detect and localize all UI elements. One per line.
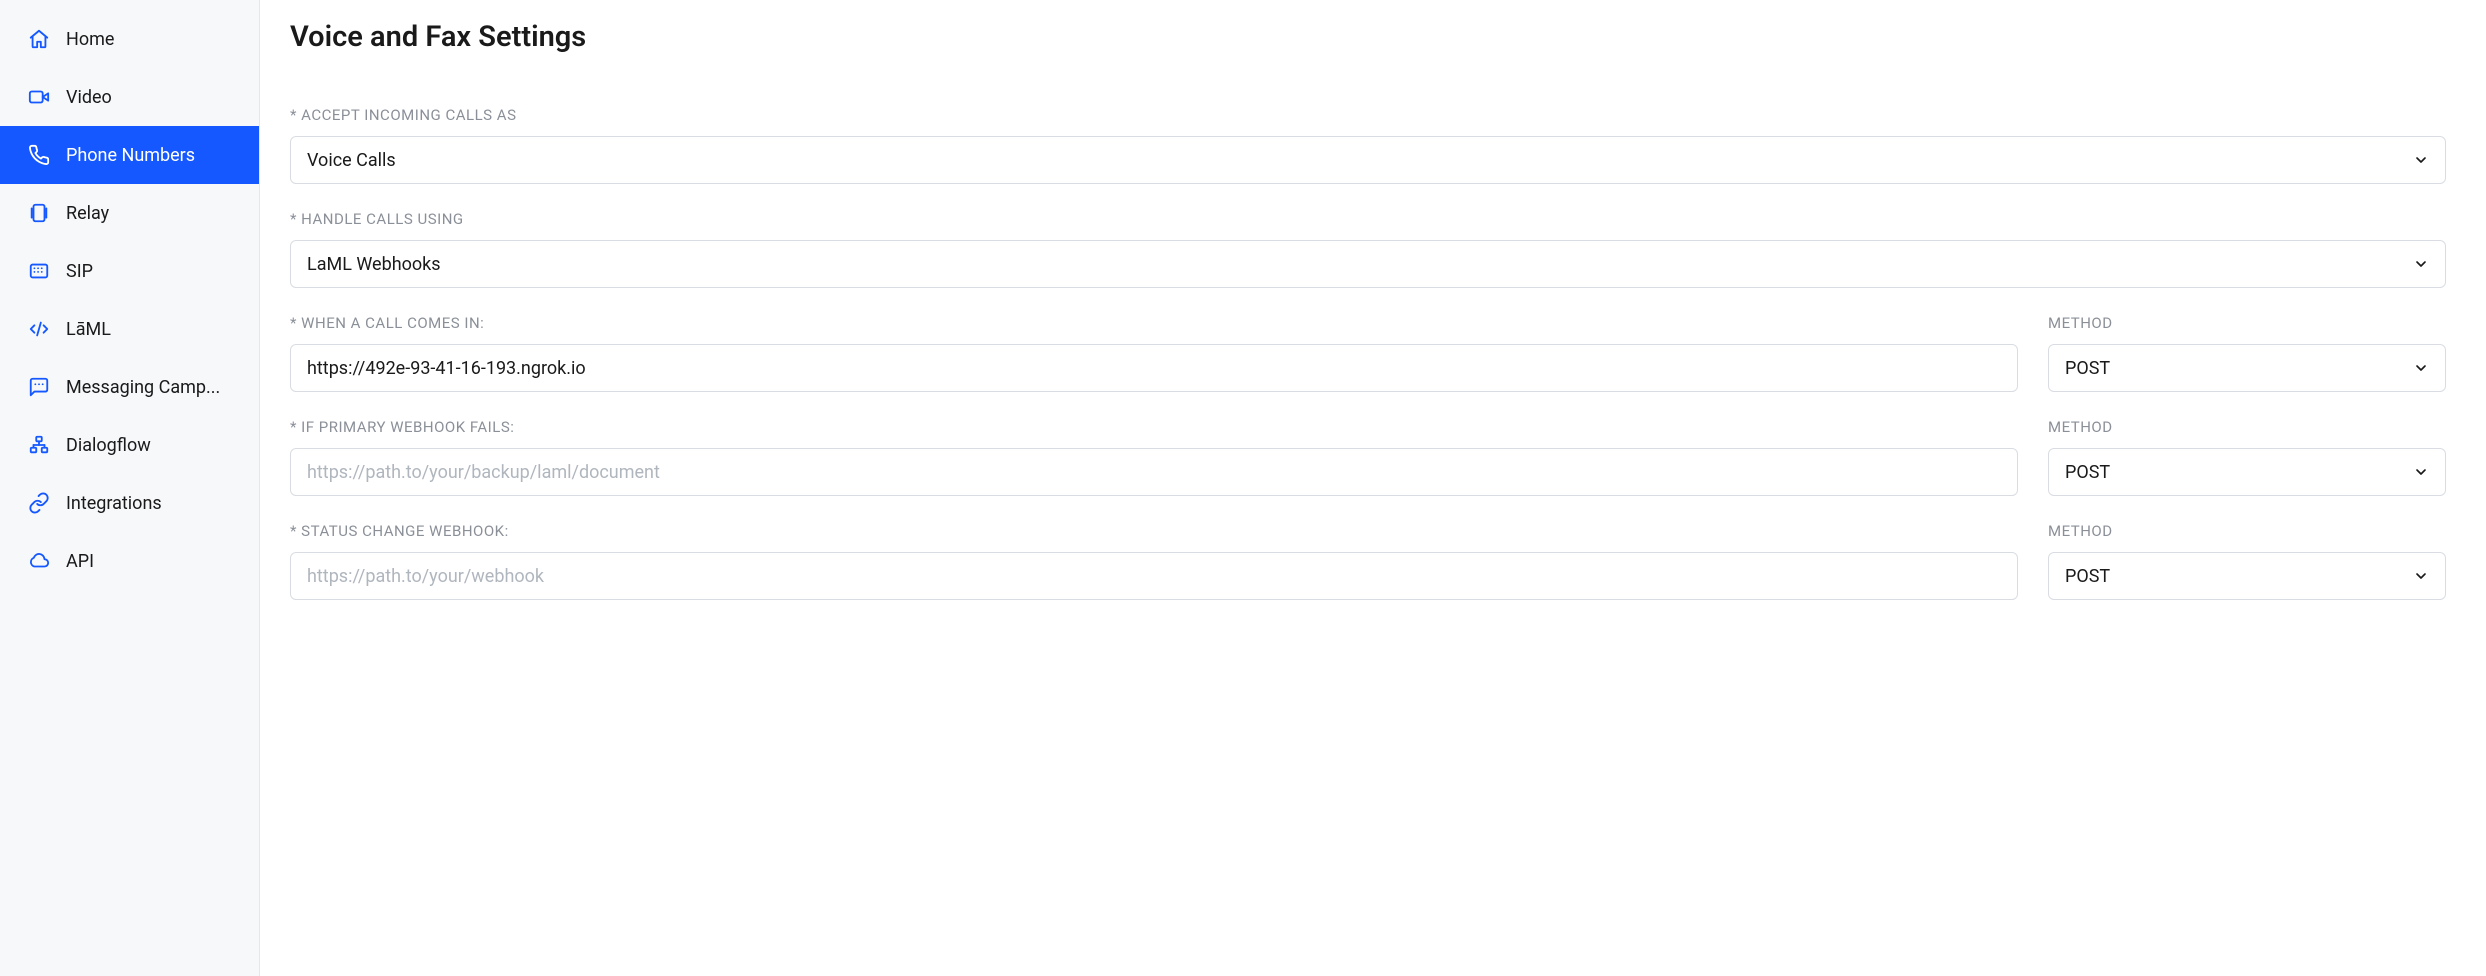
primary-fails-method-select[interactable]: POST xyxy=(2048,448,2446,496)
sidebar-item-label: SIP xyxy=(66,261,93,282)
sidebar-item-integrations[interactable]: Integrations xyxy=(0,474,259,532)
select-value: POST xyxy=(2065,358,2110,379)
sidebar-item-label: Home xyxy=(66,29,114,50)
primary-fails-input[interactable] xyxy=(290,448,2018,496)
code-icon xyxy=(28,318,50,340)
sidebar: Home Video Phone Numbers Relay SIP LāML xyxy=(0,0,260,976)
field-accept-incoming: * ACCEPT INCOMING CALLS AS Voice Calls xyxy=(290,106,2446,184)
sip-icon xyxy=(28,260,50,282)
handle-using-select[interactable]: LaML Webhooks xyxy=(290,240,2446,288)
sidebar-item-label: Phone Numbers xyxy=(66,145,195,166)
sidebar-item-api[interactable]: API xyxy=(0,532,259,590)
field-handle-using: * HANDLE CALLS USING LaML Webhooks xyxy=(290,210,2446,288)
home-icon xyxy=(28,28,50,50)
phone-icon xyxy=(28,144,50,166)
relay-icon xyxy=(28,202,50,224)
field-label: * WHEN A CALL COMES IN: xyxy=(290,314,2018,332)
chevron-down-icon xyxy=(2413,464,2429,480)
sidebar-item-video[interactable]: Video xyxy=(0,68,259,126)
select-value: POST xyxy=(2065,462,2110,483)
sidebar-item-label: LāML xyxy=(66,319,111,340)
select-value: LaML Webhooks xyxy=(307,254,441,275)
call-comes-in-method-select[interactable]: POST xyxy=(2048,344,2446,392)
status-change-method-select[interactable]: POST xyxy=(2048,552,2446,600)
field-label: * IF PRIMARY WEBHOOK FAILS: xyxy=(290,418,2018,436)
main-content: Voice and Fax Settings * ACCEPT INCOMING… xyxy=(260,0,2486,976)
field-label: * STATUS CHANGE WEBHOOK: xyxy=(290,522,2018,540)
message-icon xyxy=(28,376,50,398)
field-label: METHOD xyxy=(2048,314,2446,332)
sidebar-item-home[interactable]: Home xyxy=(0,10,259,68)
field-label: METHOD xyxy=(2048,522,2446,540)
sidebar-item-messaging-campaigns[interactable]: Messaging Camp... xyxy=(0,358,259,416)
link-icon xyxy=(28,492,50,514)
select-value: Voice Calls xyxy=(307,150,396,171)
select-value: POST xyxy=(2065,566,2110,587)
chevron-down-icon xyxy=(2413,152,2429,168)
chevron-down-icon xyxy=(2413,256,2429,272)
dialogflow-icon xyxy=(28,434,50,456)
field-label: * HANDLE CALLS USING xyxy=(290,210,2446,228)
field-label: METHOD xyxy=(2048,418,2446,436)
sidebar-item-dialogflow[interactable]: Dialogflow xyxy=(0,416,259,474)
row-call-comes-in: * WHEN A CALL COMES IN: METHOD POST xyxy=(290,314,2446,392)
video-icon xyxy=(28,86,50,108)
status-change-input[interactable] xyxy=(290,552,2018,600)
accept-incoming-select[interactable]: Voice Calls xyxy=(290,136,2446,184)
sidebar-item-relay[interactable]: Relay xyxy=(0,184,259,242)
sidebar-item-label: API xyxy=(66,551,94,572)
call-comes-in-input[interactable] xyxy=(290,344,2018,392)
sidebar-item-label: Integrations xyxy=(66,493,162,514)
field-label: * ACCEPT INCOMING CALLS AS xyxy=(290,106,2446,124)
row-primary-fails: * IF PRIMARY WEBHOOK FAILS: METHOD POST xyxy=(290,418,2446,496)
chevron-down-icon xyxy=(2413,360,2429,376)
sidebar-item-label: Video xyxy=(66,87,112,108)
sidebar-item-label: Relay xyxy=(66,203,109,224)
sidebar-item-sip[interactable]: SIP xyxy=(0,242,259,300)
sidebar-item-label: Messaging Camp... xyxy=(66,377,220,398)
sidebar-item-phone-numbers[interactable]: Phone Numbers xyxy=(0,126,259,184)
cloud-icon xyxy=(28,550,50,572)
page-title: Voice and Fax Settings xyxy=(290,20,2446,54)
chevron-down-icon xyxy=(2413,568,2429,584)
sidebar-item-laml[interactable]: LāML xyxy=(0,300,259,358)
row-status-change: * STATUS CHANGE WEBHOOK: METHOD POST xyxy=(290,522,2446,600)
sidebar-item-label: Dialogflow xyxy=(66,435,151,456)
